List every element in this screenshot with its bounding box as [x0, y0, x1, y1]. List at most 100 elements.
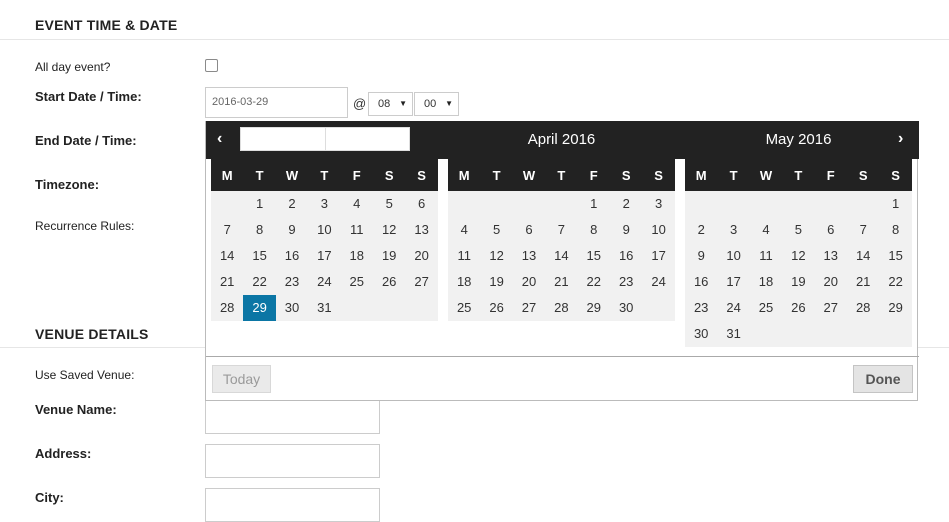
day-cell[interactable]: 1	[578, 191, 610, 217]
day-cell[interactable]: 14	[545, 243, 577, 269]
day-cell[interactable]: 2	[685, 217, 717, 243]
day-cell[interactable]: 5	[480, 217, 512, 243]
day-cell[interactable]: 23	[610, 269, 642, 295]
day-cell[interactable]: 21	[211, 269, 243, 295]
day-cell[interactable]: 5	[373, 191, 405, 217]
day-cell[interactable]: 28	[545, 295, 577, 321]
city-input[interactable]	[205, 488, 380, 522]
prev-month-icon[interactable]: ‹	[217, 130, 222, 148]
day-cell[interactable]: 23	[276, 269, 308, 295]
year-select-blank[interactable]	[325, 127, 410, 151]
day-cell[interactable]: 16	[685, 269, 717, 295]
day-cell[interactable]: 7	[545, 217, 577, 243]
venue-name-input[interactable]	[205, 400, 380, 434]
day-cell[interactable]: 2	[276, 191, 308, 217]
day-cell[interactable]: 11	[341, 217, 373, 243]
day-cell[interactable]: 15	[243, 243, 275, 269]
day-cell[interactable]: 16	[610, 243, 642, 269]
day-cell[interactable]: 8	[243, 217, 275, 243]
day-cell[interactable]: 23	[685, 295, 717, 321]
day-cell[interactable]: 25	[448, 295, 480, 321]
day-cell[interactable]: 12	[782, 243, 814, 269]
day-cell[interactable]: 20	[513, 269, 545, 295]
day-cell[interactable]: 6	[513, 217, 545, 243]
day-cell[interactable]: 12	[373, 217, 405, 243]
day-cell[interactable]: 26	[480, 295, 512, 321]
day-cell[interactable]: 1	[243, 191, 275, 217]
day-cell[interactable]: 22	[879, 269, 911, 295]
day-cell[interactable]: 27	[815, 295, 847, 321]
day-cell[interactable]: 4	[750, 217, 782, 243]
day-cell[interactable]: 21	[847, 269, 879, 295]
day-cell[interactable]: 7	[847, 217, 879, 243]
day-cell[interactable]: 13	[405, 217, 437, 243]
day-cell[interactable]: 18	[448, 269, 480, 295]
day-cell[interactable]: 24	[308, 269, 340, 295]
day-cell[interactable]: 29	[879, 295, 911, 321]
day-cell[interactable]: 3	[308, 191, 340, 217]
day-cell[interactable]: 24	[717, 295, 749, 321]
day-cell[interactable]: 7	[211, 217, 243, 243]
day-cell[interactable]: 9	[276, 217, 308, 243]
day-cell[interactable]: 9	[610, 217, 642, 243]
day-cell[interactable]: 20	[405, 243, 437, 269]
day-cell[interactable]: 10	[717, 243, 749, 269]
day-cell[interactable]: 20	[815, 269, 847, 295]
day-cell[interactable]: 14	[211, 243, 243, 269]
day-cell[interactable]: 19	[373, 243, 405, 269]
day-cell[interactable]: 25	[750, 295, 782, 321]
day-cell[interactable]: 5	[782, 217, 814, 243]
day-cell[interactable]: 30	[610, 295, 642, 321]
day-cell[interactable]: 14	[847, 243, 879, 269]
today-button[interactable]: Today	[212, 365, 271, 393]
day-cell[interactable]: 4	[341, 191, 373, 217]
day-cell[interactable]: 8	[879, 217, 911, 243]
day-cell[interactable]: 22	[243, 269, 275, 295]
day-cell[interactable]: 18	[750, 269, 782, 295]
day-cell[interactable]: 13	[513, 243, 545, 269]
day-cell[interactable]: 9	[685, 243, 717, 269]
month-select-blank[interactable]	[240, 127, 326, 151]
day-cell[interactable]: 8	[578, 217, 610, 243]
day-cell[interactable]: 17	[642, 243, 674, 269]
day-cell[interactable]: 11	[448, 243, 480, 269]
day-cell[interactable]: 1	[879, 191, 911, 217]
day-cell[interactable]: 10	[642, 217, 674, 243]
day-cell[interactable]: 10	[308, 217, 340, 243]
day-cell[interactable]: 31	[308, 295, 340, 321]
day-cell[interactable]: 27	[513, 295, 545, 321]
day-cell[interactable]: 26	[782, 295, 814, 321]
day-cell[interactable]: 30	[685, 321, 717, 347]
day-cell[interactable]: 25	[341, 269, 373, 295]
day-cell[interactable]: 22	[578, 269, 610, 295]
day-cell[interactable]: 19	[480, 269, 512, 295]
day-cell[interactable]: 15	[879, 243, 911, 269]
address-input[interactable]	[205, 444, 380, 478]
day-cell[interactable]: 28	[847, 295, 879, 321]
day-cell[interactable]: 16	[276, 243, 308, 269]
day-cell[interactable]: 19	[782, 269, 814, 295]
day-cell[interactable]: 18	[341, 243, 373, 269]
next-month-icon[interactable]: ›	[898, 130, 903, 148]
day-cell[interactable]: 24	[642, 269, 674, 295]
day-cell[interactable]: 6	[405, 191, 437, 217]
hour-select[interactable]: 08 ▼	[368, 92, 413, 116]
day-cell[interactable]: 12	[480, 243, 512, 269]
day-cell[interactable]: 4	[448, 217, 480, 243]
day-cell[interactable]: 17	[717, 269, 749, 295]
day-cell[interactable]: 13	[815, 243, 847, 269]
day-cell[interactable]: 28	[211, 295, 243, 321]
minute-select[interactable]: 00 ▼	[414, 92, 459, 116]
day-cell[interactable]: 11	[750, 243, 782, 269]
day-cell[interactable]: 17	[308, 243, 340, 269]
day-cell[interactable]: 27	[405, 269, 437, 295]
done-button[interactable]: Done	[853, 365, 913, 393]
day-cell[interactable]: 6	[815, 217, 847, 243]
day-cell[interactable]: 31	[717, 321, 749, 347]
day-cell[interactable]: 29	[578, 295, 610, 321]
day-cell[interactable]: 3	[642, 191, 674, 217]
day-cell[interactable]: 2	[610, 191, 642, 217]
day-cell-selected[interactable]: 29	[243, 295, 276, 321]
day-cell[interactable]: 26	[373, 269, 405, 295]
day-cell[interactable]: 30	[276, 295, 308, 321]
